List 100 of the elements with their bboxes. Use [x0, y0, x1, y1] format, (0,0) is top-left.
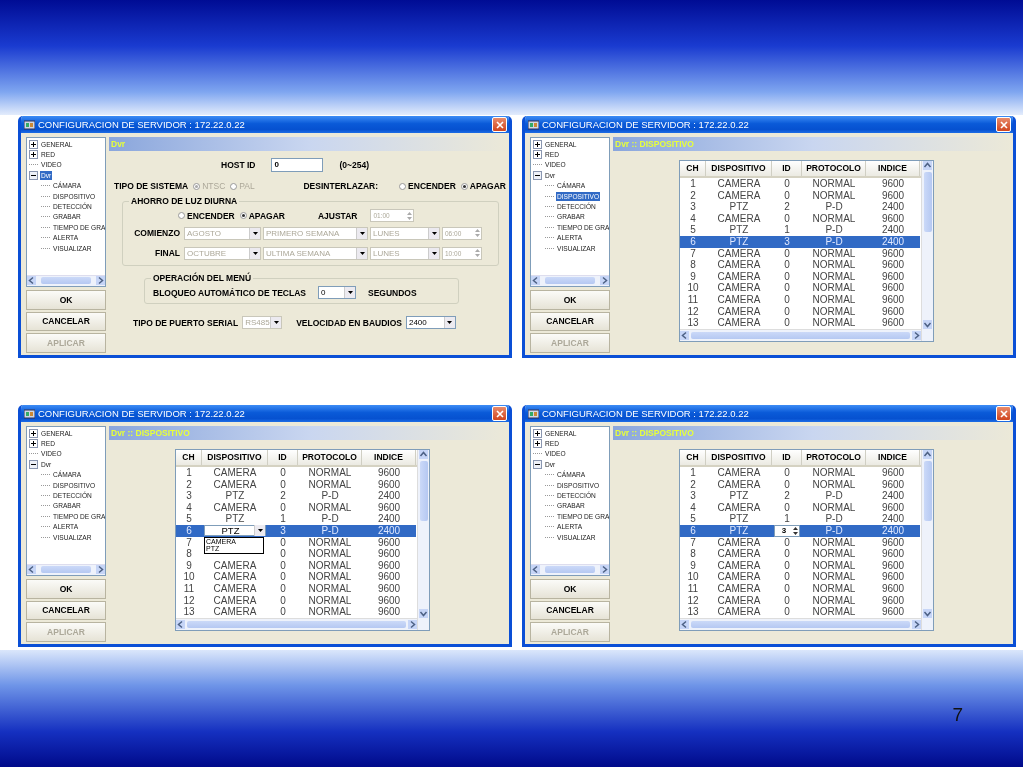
table-cell[interactable]: 2400 — [866, 513, 920, 525]
table-cell[interactable]: CAMERA — [202, 582, 268, 595]
table-cell[interactable]: 9600 — [866, 548, 920, 560]
table-cell[interactable]: 1 — [268, 513, 298, 525]
radio-option[interactable]: APAGAR — [460, 181, 506, 191]
table-cell[interactable]: 12 — [680, 305, 706, 318]
table-cell[interactable]: 2 — [772, 201, 802, 213]
table-cell[interactable]: CAMERA — [202, 559, 268, 572]
table-cell[interactable]: CAMERA — [202, 501, 268, 514]
table-cell[interactable]: PTZ — [706, 490, 772, 502]
table-cell[interactable]: 11 — [176, 582, 202, 595]
table-cell[interactable]: PTZ — [706, 224, 772, 236]
close-button[interactable] — [996, 406, 1011, 421]
table-cell[interactable]: NORMAL — [298, 536, 362, 549]
column-header[interactable]: INDICE — [866, 161, 920, 176]
table-cell[interactable]: 1 — [772, 513, 802, 525]
scrollbar[interactable] — [417, 450, 429, 630]
table-cell[interactable]: 0 — [268, 571, 298, 583]
table-cell[interactable]: CAMERA — [706, 247, 772, 260]
table-cell[interactable]: CAMERA — [706, 467, 772, 479]
table-cell[interactable]: 9600 — [866, 559, 920, 572]
table-cell[interactable]: CAMERA — [706, 282, 772, 294]
table-cell[interactable]: NORMAL — [298, 548, 362, 560]
table-cell[interactable]: 9600 — [362, 467, 416, 479]
table-cell[interactable]: 9600 — [866, 571, 920, 583]
column-header[interactable]: CH — [176, 450, 202, 465]
table-cell[interactable]: 0 — [772, 501, 802, 514]
table-cell[interactable]: 9600 — [866, 582, 920, 595]
table-cell[interactable]: 3 — [268, 524, 298, 537]
table-cell[interactable]: CAMERA — [706, 189, 772, 202]
table-cell[interactable]: P-D — [802, 513, 866, 525]
table-cell[interactable]: P-D — [802, 524, 866, 537]
table-cell[interactable]: NORMAL — [802, 559, 866, 572]
table-cell[interactable]: 4 — [680, 501, 706, 514]
table-cell[interactable]: CAMERA — [202, 571, 268, 583]
close-button[interactable] — [996, 117, 1011, 132]
table-cell[interactable]: PTZ — [706, 235, 772, 248]
table-cell[interactable]: CAMERA — [706, 501, 772, 514]
table-cell[interactable]: 9 — [680, 270, 706, 283]
table-cell[interactable]: 9600 — [866, 478, 920, 491]
table-cell[interactable]: 9600 — [362, 594, 416, 607]
table-cell[interactable]: 9600 — [866, 282, 920, 294]
column-header[interactable]: CH — [680, 450, 706, 465]
column-header[interactable]: INDICE — [362, 450, 416, 465]
table-cell[interactable]: 0 — [772, 270, 802, 283]
scrollbar[interactable] — [27, 563, 105, 575]
table-cell[interactable]: 3 — [680, 490, 706, 502]
table-cell[interactable]: NORMAL — [802, 594, 866, 607]
table-cell[interactable]: CAMERA — [706, 559, 772, 572]
table-cell[interactable]: 0 — [772, 606, 802, 618]
scroll-thumb[interactable] — [923, 461, 932, 521]
table-cell[interactable]: 12 — [176, 594, 202, 607]
table-cell[interactable]: 3 — [176, 490, 202, 502]
table-cell[interactable]: 9 — [176, 559, 202, 572]
table-cell[interactable]: P-D — [298, 524, 362, 537]
table-cell[interactable]: NORMAL — [298, 594, 362, 607]
table-cell[interactable]: 9600 — [866, 305, 920, 318]
dialog-button[interactable]: CANCELAR — [530, 600, 610, 621]
radio-option[interactable]: APAGAR — [239, 210, 285, 221]
table-cell[interactable]: NORMAL — [802, 247, 866, 260]
table-cell[interactable]: P-D — [802, 490, 866, 502]
table-cell[interactable]: 2400 — [866, 490, 920, 502]
table-cell[interactable]: 0 — [268, 501, 298, 514]
table-cell[interactable]: PTZ — [202, 490, 268, 502]
table-cell[interactable]: 7 — [680, 536, 706, 549]
table-cell[interactable]: 9600 — [866, 467, 920, 479]
close-button[interactable] — [492, 406, 507, 421]
table-cell[interactable]: 6 — [680, 235, 706, 248]
scrollbar[interactable] — [531, 274, 609, 286]
table-cell[interactable]: 2400 — [866, 201, 920, 213]
table-cell[interactable]: NORMAL — [802, 467, 866, 479]
table-cell[interactable]: NORMAL — [298, 478, 362, 491]
dropdown[interactable]: 0 — [318, 286, 356, 299]
table-cell[interactable]: NORMAL — [298, 606, 362, 618]
radio-option[interactable]: ENCENDER — [178, 210, 235, 221]
table-cell[interactable]: NORMAL — [802, 305, 866, 318]
scroll-thumb[interactable] — [41, 277, 91, 285]
table-cell[interactable]: 9600 — [866, 189, 920, 202]
column-header[interactable]: ID — [772, 450, 802, 465]
table-cell[interactable]: PTZ — [706, 513, 772, 525]
column-header[interactable]: ID — [268, 450, 298, 465]
table-cell[interactable]: NORMAL — [802, 189, 866, 202]
table-cell[interactable]: 9600 — [866, 259, 920, 271]
table-cell[interactable]: 0 — [268, 548, 298, 560]
table-cell[interactable]: 0 — [772, 247, 802, 260]
table-cell[interactable]: 13 — [176, 606, 202, 618]
table-cell[interactable]: 9600 — [362, 582, 416, 595]
table-cell[interactable]: 2400 — [362, 490, 416, 502]
table-cell[interactable]: CAMERA — [706, 212, 772, 225]
column-header[interactable]: PROTOCOLO — [802, 450, 866, 465]
host-id-field[interactable]: 0 — [271, 158, 324, 172]
table-cell[interactable]: CAMERA — [706, 606, 772, 618]
table-cell[interactable]: NORMAL — [802, 178, 866, 190]
table-cell[interactable]: CAMERA — [202, 478, 268, 491]
table-cell[interactable]: 0 — [268, 478, 298, 491]
dialog-button[interactable]: CANCELAR — [26, 311, 106, 332]
table-cell[interactable]: CAMERA — [706, 571, 772, 583]
table-cell[interactable]: NORMAL — [802, 478, 866, 491]
dialog-button[interactable]: OK — [530, 289, 610, 310]
column-header[interactable]: PROTOCOLO — [298, 450, 362, 465]
